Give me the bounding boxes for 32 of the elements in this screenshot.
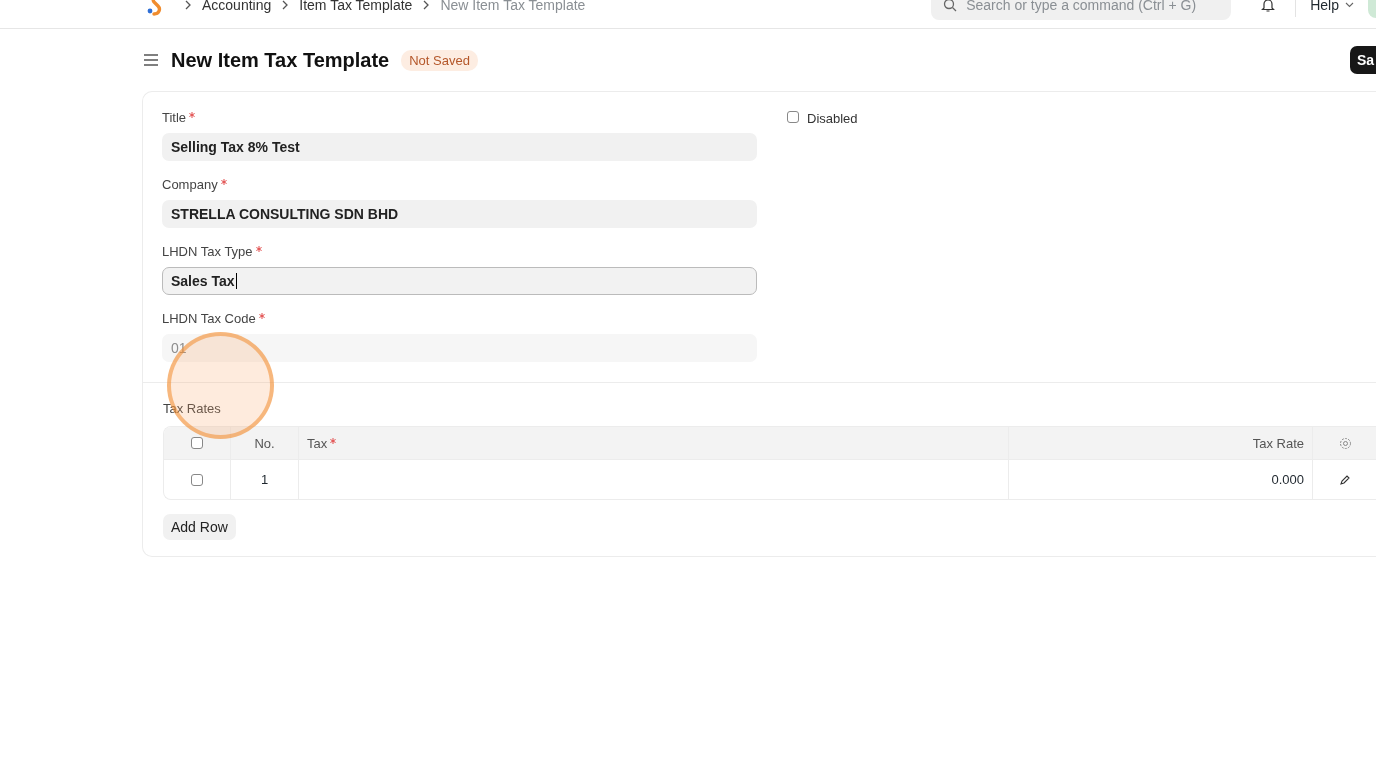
breadcrumb-link[interactable]: Item Tax Template bbox=[299, 0, 413, 13]
settings-icon[interactable] bbox=[1339, 436, 1352, 450]
save-button[interactable]: Sa bbox=[1349, 46, 1376, 74]
select-all-checkbox[interactable] bbox=[191, 437, 203, 449]
row-number: 1 bbox=[260, 472, 269, 487]
menu-icon[interactable] bbox=[143, 53, 159, 67]
page-title: New Item Tax Template bbox=[171, 48, 390, 72]
field-label: LHDN Tax Type bbox=[162, 244, 757, 259]
input-field[interactable]: STRELLA CONSULTING SDN BHD bbox=[162, 200, 757, 228]
column-header: Tax bbox=[307, 435, 337, 451]
field-label: Title bbox=[162, 110, 757, 125]
chevron-down-icon bbox=[1345, 1, 1354, 8]
column-header: Tax Rate bbox=[1252, 435, 1304, 451]
help-menu[interactable]: Help bbox=[1310, 0, 1354, 13]
breadcrumb-link[interactable]: Accounting bbox=[202, 0, 272, 13]
row-checkbox[interactable] bbox=[191, 473, 203, 486]
field-label: LHDN Tax Code bbox=[162, 311, 757, 326]
edit-icon[interactable] bbox=[1339, 473, 1351, 486]
input-field[interactable]: Selling Tax 8% Test bbox=[162, 133, 757, 161]
field-label: Company bbox=[162, 177, 757, 192]
search-icon bbox=[943, 0, 958, 12]
chevron-right-icon bbox=[422, 0, 431, 10]
notification-bell-icon[interactable] bbox=[1261, 0, 1276, 13]
search-field[interactable]: Search or type a command (Ctrl + G) bbox=[931, 0, 1232, 20]
checkbox-label: Disabled bbox=[807, 111, 858, 126]
table-cell: 0.000 bbox=[1271, 472, 1304, 487]
add-row-button[interactable]: Add Row bbox=[163, 514, 236, 540]
status-badge: Not Saved bbox=[401, 49, 478, 71]
column-header: No. bbox=[254, 435, 275, 451]
chevron-right-icon bbox=[184, 0, 192, 10]
input-field[interactable]: Sales Tax bbox=[162, 267, 757, 295]
chevron-right-icon bbox=[281, 0, 290, 10]
